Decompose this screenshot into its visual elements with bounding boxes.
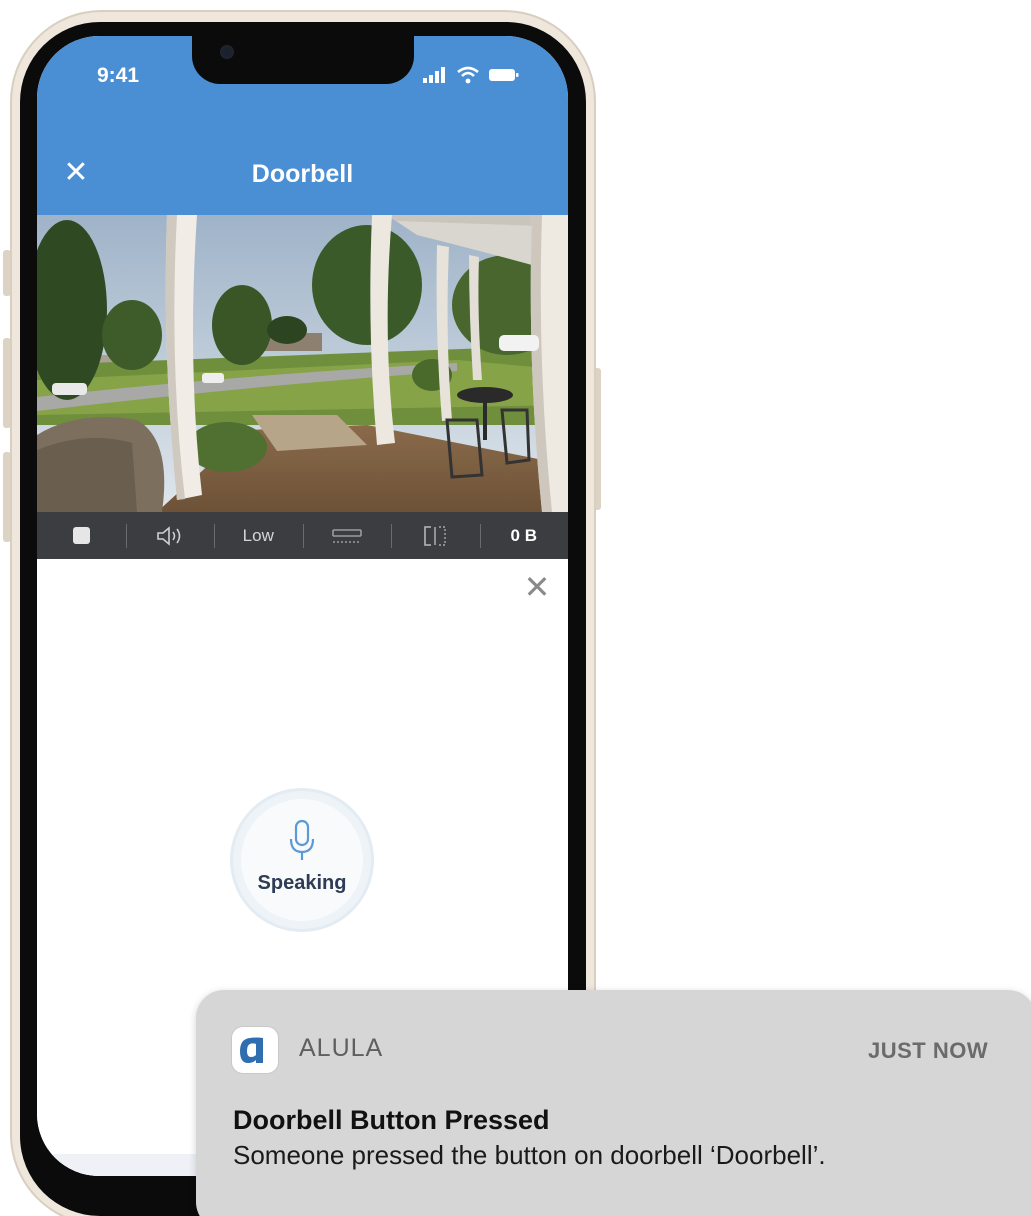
screen-fit-icon [331, 528, 362, 543]
speaker-icon [156, 525, 181, 546]
alula-app-icon [232, 1027, 278, 1073]
speak-button-inner: Speaking [241, 799, 363, 921]
notification-body: Someone pressed the button on doorbell ‘… [233, 1140, 826, 1170]
notification-time: JUST NOW [868, 1038, 989, 1063]
battery-icon [489, 69, 519, 81]
fullscreen-button[interactable] [302, 512, 392, 559]
camera-feed-image [37, 215, 568, 512]
front-camera [222, 47, 232, 57]
status-icons [422, 66, 520, 84]
speak-label: Speaking [257, 872, 347, 894]
page-title: Doorbell [251, 160, 354, 188]
cellular-signal-icon [423, 67, 445, 83]
quality-button[interactable]: Low [214, 512, 303, 559]
split-view-button[interactable] [391, 512, 480, 559]
wifi-icon [457, 66, 479, 84]
camera-feed[interactable] [37, 215, 568, 512]
volume-button[interactable] [125, 512, 215, 559]
stage: 9:41 ✕ Doorbell Low 0 B ✕ Speaking ALULA… [0, 0, 1031, 1216]
notification-title: Doorbell Button Pressed [233, 1105, 550, 1135]
split-view-icon [424, 525, 446, 546]
push-notification[interactable]: ALULA JUST NOW Doorbell Button Pressed S… [196, 990, 1031, 1216]
status-time: 9:41 [97, 64, 140, 87]
video-toolbar: Low 0 B [37, 512, 568, 559]
stop-button[interactable] [37, 512, 126, 559]
panel-close-icon[interactable]: ✕ [521, 571, 553, 603]
microphone-icon [289, 819, 315, 860]
speak-button[interactable]: Speaking [233, 791, 371, 929]
data-usage-readout: 0 B [479, 512, 569, 559]
notification-app-name: ALULA [299, 1034, 384, 1062]
notch [192, 36, 414, 84]
stop-icon [72, 527, 90, 544]
